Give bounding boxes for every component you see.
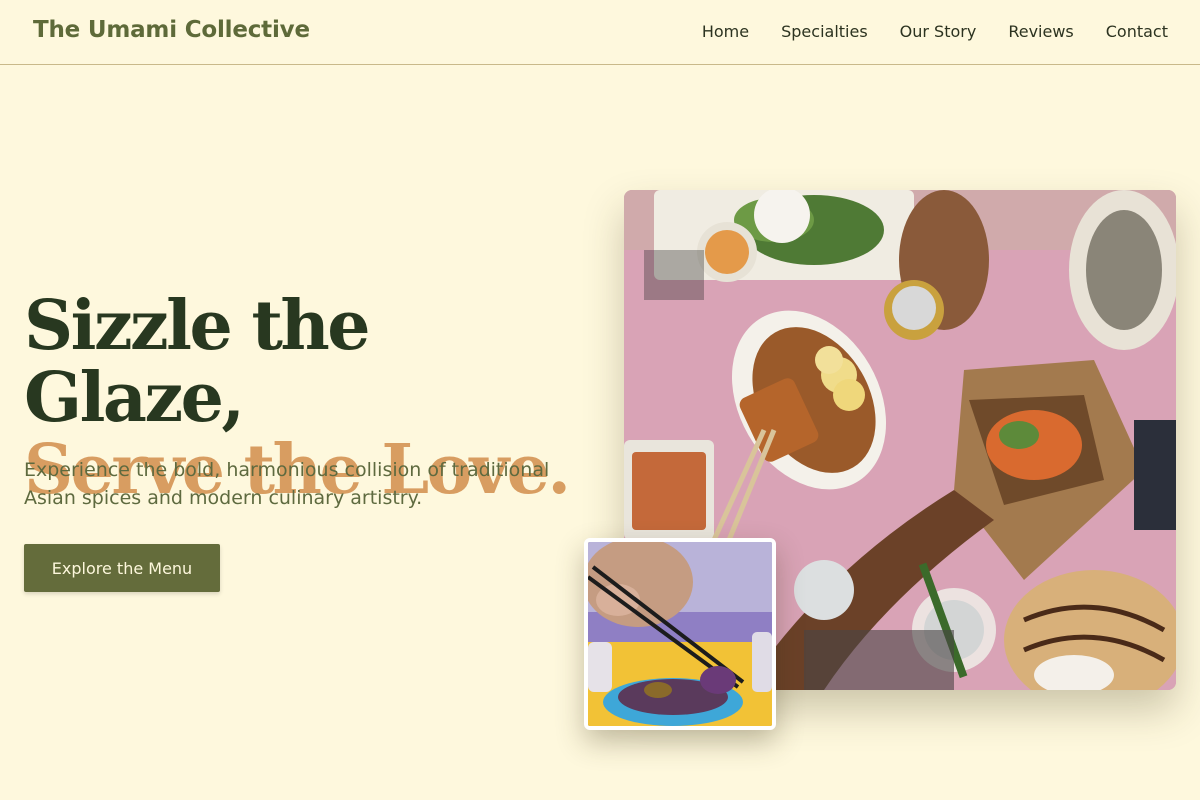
hero-headline-line1: Sizzle the Glaze, bbox=[24, 286, 371, 438]
brand-logo-text[interactable]: The Umami Collective bbox=[33, 17, 310, 43]
hero-subtitle: Experience the bold, harmonious collisio… bbox=[24, 459, 550, 509]
nav-link-our-story[interactable]: Our Story bbox=[900, 22, 977, 41]
nav-link-reviews[interactable]: Reviews bbox=[1008, 22, 1073, 41]
top-navbar: The Umami Collective Home Specialties Ou… bbox=[0, 0, 1200, 65]
main-nav: Home Specialties Our Story Reviews Conta… bbox=[702, 22, 1168, 41]
nav-link-home[interactable]: Home bbox=[702, 22, 749, 41]
explore-menu-button[interactable]: Explore the Menu bbox=[24, 544, 220, 592]
nav-link-specialties[interactable]: Specialties bbox=[781, 22, 868, 41]
nav-link-contact[interactable]: Contact bbox=[1106, 22, 1168, 41]
chopsticks-dish-illustration bbox=[588, 542, 772, 726]
hero-chopsticks-image bbox=[584, 538, 776, 730]
